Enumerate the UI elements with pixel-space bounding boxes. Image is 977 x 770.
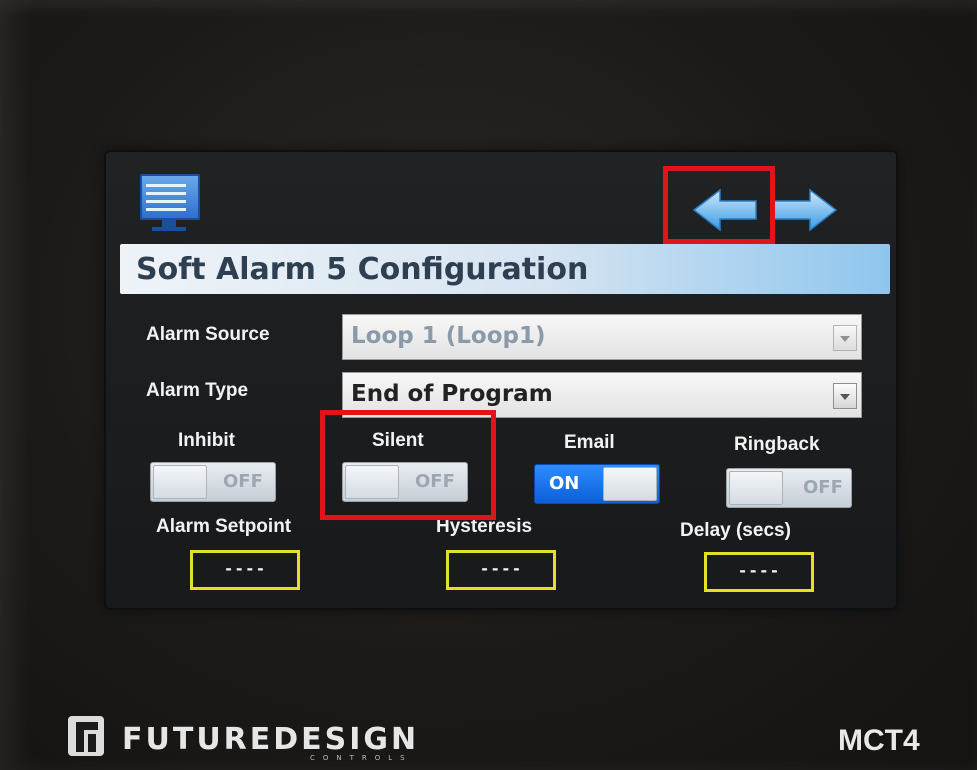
alarm-source-label: Alarm Source (146, 324, 270, 345)
alarm-type-value: End of Program (351, 381, 553, 407)
ringback-label: Ringback (734, 434, 820, 455)
menu-icon[interactable] (136, 172, 200, 234)
back-arrow-highlight-box (663, 166, 775, 244)
email-toggle[interactable]: ON (534, 464, 660, 504)
forward-arrow-icon[interactable] (770, 186, 840, 234)
delay-label: Delay (secs) (680, 520, 791, 541)
screen-title: Soft Alarm 5 Configuration (136, 252, 589, 287)
alarm-source-chevron-down-icon[interactable] (833, 325, 857, 351)
alarm-source-value: Loop 1 (Loop1) (351, 323, 546, 349)
alarm-source-dropdown[interactable]: Loop 1 (Loop1) (342, 314, 862, 360)
model-label: MCT4 (838, 724, 920, 757)
touch-screen: Soft Alarm 5 Configuration Alarm Source … (106, 152, 896, 608)
alarm-setpoint-field[interactable]: ---- (190, 550, 300, 590)
ringback-toggle[interactable]: OFF (726, 468, 852, 508)
brand-subtitle: CONTROLS (310, 754, 413, 762)
delay-field[interactable]: ---- (704, 552, 814, 592)
brand-name: FUTUREDESIGN (122, 722, 420, 757)
inhibit-toggle[interactable]: OFF (150, 462, 276, 502)
email-label: Email (564, 432, 615, 453)
screen-title-bar: Soft Alarm 5 Configuration (120, 244, 890, 294)
hysteresis-field[interactable]: ---- (446, 550, 556, 590)
alarm-type-label: Alarm Type (146, 380, 249, 401)
inhibit-label: Inhibit (178, 430, 235, 451)
email-toggle-state: ON (549, 473, 580, 494)
hysteresis-value: ---- (479, 559, 523, 578)
silent-toggle-highlight-box (320, 410, 496, 520)
inhibit-toggle-state: OFF (223, 471, 263, 492)
alarm-setpoint-value: ---- (223, 559, 267, 578)
futuredesign-logo-icon (68, 716, 104, 756)
alarm-setpoint-label: Alarm Setpoint (156, 516, 292, 537)
alarm-type-chevron-down-icon[interactable] (833, 383, 857, 409)
delay-value: ---- (737, 561, 781, 580)
ringback-toggle-state: OFF (803, 477, 843, 498)
